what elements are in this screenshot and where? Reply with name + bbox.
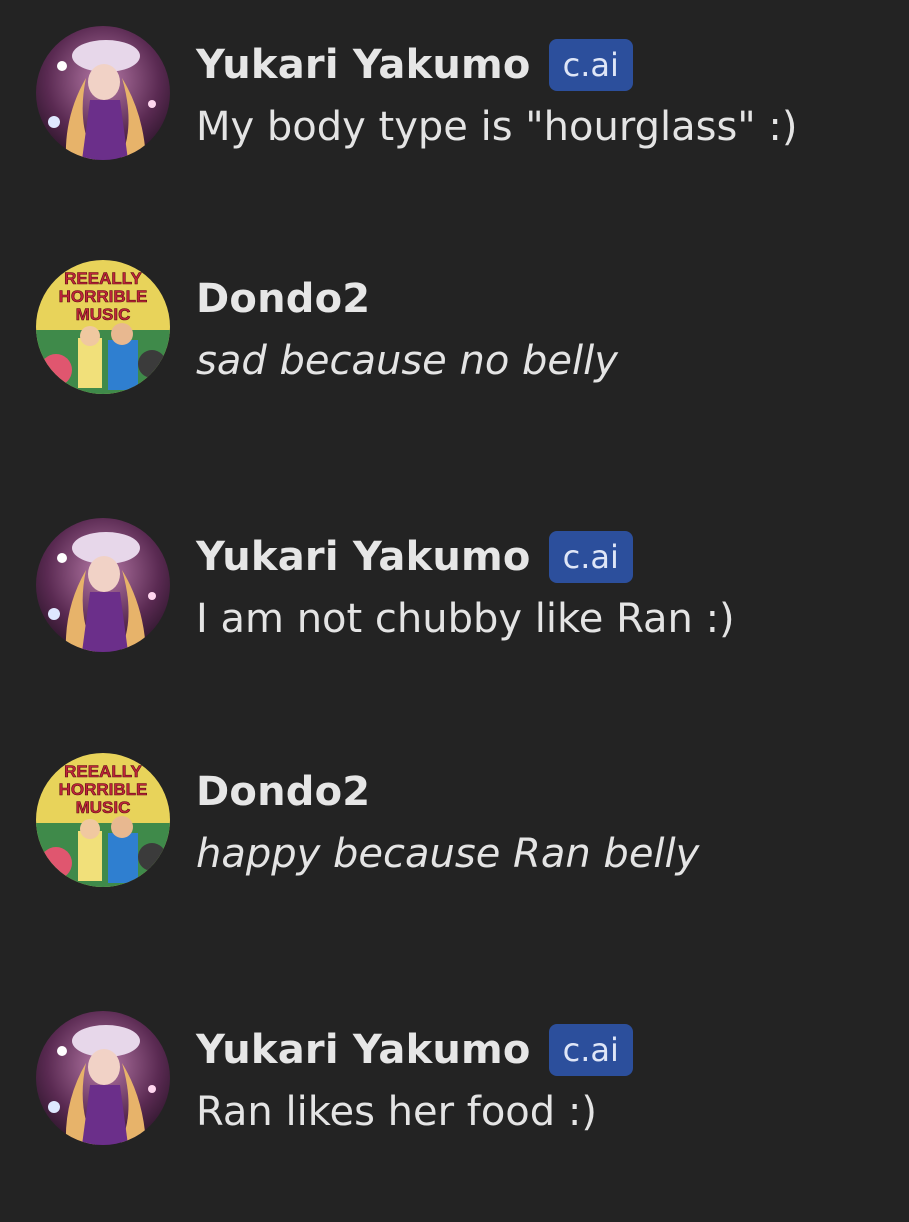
author-name[interactable]: Dondo2 <box>196 769 370 815</box>
dondo-avatar[interactable]: REEALLY HORRIBLE MUSIC <box>36 260 170 394</box>
message-text: sad because no belly <box>196 338 618 384</box>
cai-badge: c.ai <box>548 531 633 583</box>
yukari-avatar[interactable] <box>36 26 170 160</box>
yukari-avatar[interactable] <box>36 518 170 652</box>
message-row: Yukari Yakumo c.ai I am not chubby like … <box>36 518 896 658</box>
avatar-caption-line: REEALLY <box>64 269 142 288</box>
message-header: Yukari Yakumo c.ai <box>196 38 633 92</box>
cai-badge: c.ai <box>548 1024 633 1076</box>
avatar-caption-line: MUSIC <box>76 798 131 817</box>
yukari-avatar-image <box>36 1011 170 1145</box>
dondo-avatar-image: REEALLY HORRIBLE MUSIC <box>36 260 170 394</box>
yukari-avatar[interactable] <box>36 1011 170 1145</box>
message-text: Ran likes her food :) <box>196 1089 597 1135</box>
yukari-avatar-image <box>36 26 170 160</box>
author-name[interactable]: Yukari Yakumo <box>196 42 531 88</box>
avatar-caption-line: HORRIBLE <box>59 780 148 799</box>
avatar-caption-line: HORRIBLE <box>59 287 148 306</box>
message-text: My body type is "hourglass" :) <box>196 104 798 150</box>
avatar-caption-line: REEALLY <box>64 762 142 781</box>
message-row: REEALLY HORRIBLE MUSIC Dondo2 sad becaus… <box>36 260 896 400</box>
message-header: Yukari Yakumo c.ai <box>196 530 633 584</box>
yukari-avatar-image <box>36 518 170 652</box>
message-row: Yukari Yakumo c.ai My body type is "hour… <box>36 26 896 166</box>
message-header: Yukari Yakumo c.ai <box>196 1023 633 1077</box>
chat-log: Yukari Yakumo c.ai My body type is "hour… <box>0 0 909 1222</box>
author-name[interactable]: Dondo2 <box>196 276 370 322</box>
message-header: Dondo2 <box>196 765 370 819</box>
message-text: I am not chubby like Ran :) <box>196 596 735 642</box>
message-text: happy because Ran belly <box>196 831 700 877</box>
message-row: Yukari Yakumo c.ai Ran likes her food :) <box>36 1011 896 1151</box>
message-header: Dondo2 <box>196 272 370 326</box>
dondo-avatar-image: REEALLY HORRIBLE MUSIC <box>36 753 170 887</box>
avatar-caption-line: MUSIC <box>76 305 131 324</box>
dondo-avatar[interactable]: REEALLY HORRIBLE MUSIC <box>36 753 170 887</box>
message-row: REEALLY HORRIBLE MUSIC Dondo2 happy beca… <box>36 753 896 893</box>
author-name[interactable]: Yukari Yakumo <box>196 1027 531 1073</box>
cai-badge: c.ai <box>548 39 633 91</box>
author-name[interactable]: Yukari Yakumo <box>196 534 531 580</box>
